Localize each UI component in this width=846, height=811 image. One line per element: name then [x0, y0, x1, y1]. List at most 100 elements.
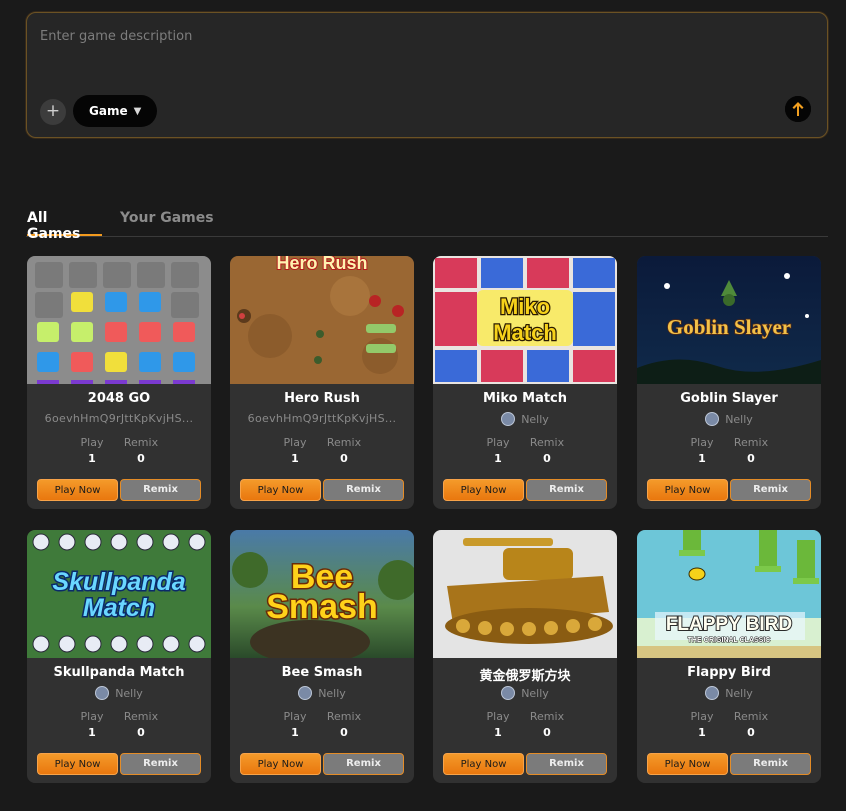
- thumb-title: Goblin Slayer: [667, 315, 791, 339]
- remix-stat: Remix 0: [314, 710, 374, 739]
- remix-button[interactable]: Remix: [323, 753, 404, 775]
- game-author: Nelly: [637, 686, 821, 700]
- avatar: [705, 686, 720, 700]
- remix-label: Remix: [733, 436, 769, 449]
- author-name: Nelly: [115, 686, 143, 700]
- game-type-label: Game: [89, 104, 128, 118]
- submit-button[interactable]: [785, 96, 811, 122]
- avatar: [298, 686, 313, 700]
- avatar: [95, 686, 110, 700]
- author-name: Nelly: [318, 686, 346, 700]
- game-author: Nelly: [433, 412, 617, 426]
- game-title[interactable]: Miko Match: [433, 391, 617, 406]
- remix-count: 0: [747, 452, 755, 465]
- game-author: Nelly: [637, 412, 821, 426]
- tab-your-games[interactable]: Your Games: [120, 210, 214, 236]
- game-thumbnail[interactable]: [27, 256, 211, 384]
- author-name: Nelly: [521, 412, 549, 426]
- game-author: 6oevhHmQ9rJttKpKvjHS...: [230, 412, 414, 425]
- game-title[interactable]: Hero Rush: [230, 391, 414, 406]
- game-thumbnail[interactable]: Bee Smash: [230, 530, 414, 658]
- remix-label: Remix: [123, 436, 159, 449]
- game-card[interactable]: 2048 GO 6oevhHmQ9rJttKpKvjHS... Play 1 Re…: [27, 256, 211, 509]
- author-name: Nelly: [725, 686, 753, 700]
- remix-button[interactable]: Remix: [526, 753, 607, 775]
- remix-button[interactable]: Remix: [730, 479, 811, 501]
- game-thumbnail[interactable]: Goblin Slayer: [637, 256, 821, 384]
- remix-stat: Remix 0: [111, 710, 171, 739]
- play-now-button[interactable]: Play Now: [37, 479, 118, 501]
- arrow-up-icon: [785, 96, 811, 122]
- game-card[interactable]: FLAPPY BIRD THE ORIGINAL CLASSIC Flappy …: [637, 530, 821, 783]
- remix-count: 0: [543, 452, 551, 465]
- game-author: Nelly: [230, 686, 414, 700]
- remix-label: Remix: [123, 710, 159, 723]
- remix-stat: Remix 0: [314, 436, 374, 465]
- play-now-button[interactable]: Play Now: [647, 479, 728, 501]
- game-thumbnail[interactable]: Skullpanda Match: [27, 530, 211, 658]
- avatar: [501, 686, 516, 700]
- remix-count: 0: [137, 452, 145, 465]
- play-now-button[interactable]: Play Now: [240, 753, 321, 775]
- game-card[interactable]: Hero Rush Hero Rush 6oevhHmQ9rJttKpKvjHS…: [230, 256, 414, 509]
- game-title[interactable]: Skullpanda Match: [27, 665, 211, 680]
- remix-button[interactable]: Remix: [120, 479, 201, 501]
- thumb-title-line2: Match: [83, 594, 155, 622]
- thumb-title-line2: Match: [493, 320, 557, 345]
- game-author: Nelly: [433, 686, 617, 700]
- game-title[interactable]: Flappy Bird: [637, 665, 821, 680]
- remix-button[interactable]: Remix: [323, 479, 404, 501]
- thumb-title-line2: Smash: [266, 588, 378, 626]
- game-card[interactable]: Skullpanda Match Skullpanda Match Nelly …: [27, 530, 211, 783]
- game-title[interactable]: 2048 GO: [27, 391, 211, 406]
- play-now-button[interactable]: Play Now: [443, 479, 524, 501]
- game-card[interactable]: 黄金俄罗斯方块 Nelly Play 1 Remix 0 Play Now Remi…: [433, 530, 617, 783]
- game-thumbnail[interactable]: Hero Rush: [230, 256, 414, 384]
- thumb-subtitle: THE ORIGINAL CLASSIC: [688, 637, 771, 644]
- thumb-title-line1: Skullpanda: [52, 568, 185, 596]
- remix-stat: Remix 0: [721, 710, 781, 739]
- game-thumbnail[interactable]: [433, 530, 617, 658]
- thumb-title: Hero Rush: [276, 256, 367, 273]
- game-title[interactable]: 黄金俄罗斯方块: [433, 665, 617, 684]
- author-name: Nelly: [725, 412, 753, 426]
- game-author: Nelly: [27, 686, 211, 700]
- play-now-button[interactable]: Play Now: [37, 753, 118, 775]
- game-title[interactable]: Bee Smash: [230, 665, 414, 680]
- remix-count: 0: [543, 726, 551, 739]
- play-now-button[interactable]: Play Now: [443, 753, 524, 775]
- game-card[interactable]: Miko Match Miko Match Nelly Play 1 Remix 0…: [433, 256, 617, 509]
- thumb-title: FLAPPY BIRD: [666, 614, 792, 635]
- remix-label: Remix: [733, 710, 769, 723]
- remix-count: 0: [340, 726, 348, 739]
- game-card[interactable]: Bee Smash Bee Smash Nelly Play 1 Remix 0 P…: [230, 530, 414, 783]
- remix-button[interactable]: Remix: [526, 479, 607, 501]
- avatar: [705, 412, 720, 426]
- author-name: 6oevhHmQ9rJttKpKvjHS...: [247, 412, 397, 425]
- prompt-box[interactable]: Enter game description + Game ▼: [26, 12, 828, 138]
- author-name: 6oevhHmQ9rJttKpKvjHS...: [44, 412, 194, 425]
- game-thumbnail[interactable]: FLAPPY BIRD THE ORIGINAL CLASSIC: [637, 530, 821, 658]
- tab-all-games[interactable]: All Games: [27, 210, 102, 242]
- play-now-button[interactable]: Play Now: [240, 479, 321, 501]
- remix-button[interactable]: Remix: [120, 753, 201, 775]
- game-title[interactable]: Goblin Slayer: [637, 391, 821, 406]
- plus-icon: +: [45, 101, 61, 121]
- remix-button[interactable]: Remix: [730, 753, 811, 775]
- remix-stat: Remix 0: [721, 436, 781, 465]
- thumb-title-line1: Miko: [500, 294, 550, 319]
- add-attachment-button[interactable]: +: [40, 99, 66, 125]
- game-type-dropdown[interactable]: Game ▼: [73, 95, 157, 127]
- chevron-down-icon: ▼: [133, 105, 142, 117]
- remix-count: 0: [137, 726, 145, 739]
- remix-stat: Remix 0: [517, 710, 577, 739]
- game-thumbnail[interactable]: Miko Match: [433, 256, 617, 384]
- game-tabs: All Games Your Games: [26, 208, 828, 242]
- prompt-input[interactable]: Enter game description: [40, 29, 192, 44]
- remix-stat: Remix 0: [111, 436, 171, 465]
- remix-label: Remix: [529, 436, 565, 449]
- play-now-button[interactable]: Play Now: [647, 753, 728, 775]
- remix-stat: Remix 0: [517, 436, 577, 465]
- game-card[interactable]: Goblin Slayer Goblin Slayer Nelly Play 1 …: [637, 256, 821, 509]
- remix-label: Remix: [326, 436, 362, 449]
